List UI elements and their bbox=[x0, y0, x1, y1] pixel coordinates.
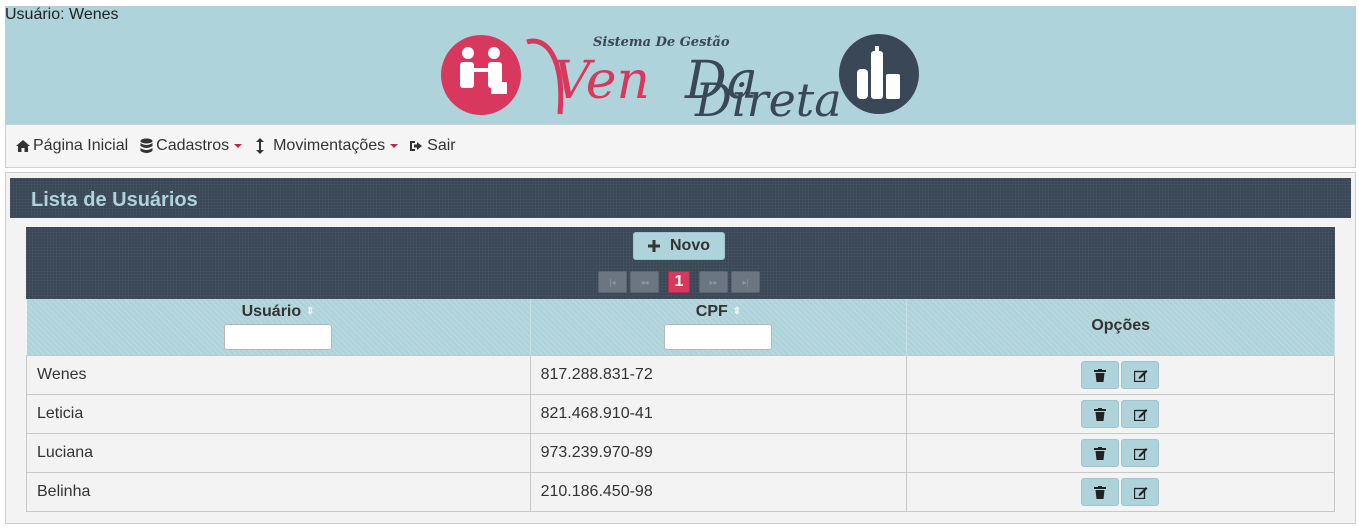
trash-icon bbox=[1094, 407, 1107, 421]
cpf-cell: 973.239.970-89 bbox=[529, 432, 908, 473]
column-header-cpf[interactable]: CPF ⇕ bbox=[530, 299, 908, 355]
table-row: Wenes 817.288.831-72 bbox=[26, 354, 1335, 395]
edit-icon bbox=[1134, 408, 1148, 421]
menu-item-label: Movimentações bbox=[273, 137, 386, 154]
edit-button[interactable] bbox=[1121, 360, 1160, 389]
chevron-down-icon bbox=[234, 144, 243, 148]
menu-item-label: Cadastros bbox=[156, 137, 230, 154]
options-cell bbox=[906, 393, 1335, 434]
users-panel: Lista de Usuários Novo |◂ ◂◂ 1 ▸▸ ▸| Usu… bbox=[5, 172, 1356, 524]
column-header-usuario[interactable]: Usuário ⇕ bbox=[26, 299, 531, 355]
menu-item-label: Sair bbox=[427, 137, 456, 154]
navigation-menu: Página Inicial Cadastros Movimentações S… bbox=[5, 124, 1356, 168]
options-cell bbox=[906, 471, 1335, 512]
column-header-label: CPF bbox=[695, 303, 728, 320]
edit-button[interactable] bbox=[1121, 399, 1160, 428]
column-header-opcoes: Opções bbox=[906, 299, 1335, 355]
usuario-cell: Leticia bbox=[26, 393, 531, 434]
table-row: Leticia 821.468.910-41 bbox=[26, 393, 1335, 434]
sort-icon: ⇕ bbox=[306, 306, 315, 318]
edit-icon bbox=[1134, 447, 1148, 460]
logout-icon bbox=[410, 141, 423, 151]
options-cell bbox=[906, 432, 1335, 473]
svg-text:Direta: Direta bbox=[694, 73, 842, 124]
trash-icon bbox=[1094, 446, 1107, 460]
cpf-filter-input[interactable] bbox=[664, 324, 773, 350]
database-icon bbox=[140, 138, 153, 153]
delete-button[interactable] bbox=[1081, 360, 1120, 389]
chevron-down-icon bbox=[390, 144, 399, 148]
svg-text:Sistema De Gestão: Sistema De Gestão bbox=[593, 35, 730, 50]
usuario-cell: Luciana bbox=[26, 432, 531, 473]
edit-icon bbox=[1134, 486, 1148, 499]
edit-button[interactable] bbox=[1121, 477, 1160, 506]
logo: Sistema De Gestão Ven Da Direta bbox=[441, 34, 919, 124]
usuario-cell: Wenes bbox=[26, 354, 531, 395]
handshake-icon bbox=[441, 35, 521, 115]
usuario-cell: Belinha bbox=[26, 471, 531, 512]
cpf-cell: 821.468.910-41 bbox=[529, 393, 908, 434]
table-row: Luciana 973.239.970-89 bbox=[26, 432, 1335, 473]
add-user-button[interactable]: Novo bbox=[633, 232, 725, 260]
last-page-button[interactable]: ▸| bbox=[731, 271, 760, 293]
delete-button[interactable] bbox=[1081, 399, 1120, 428]
logged-user-label: Usuário: Wenes bbox=[5, 6, 119, 23]
edit-button[interactable] bbox=[1121, 438, 1160, 467]
users-table: Usuário ⇕ CPF ⇕ Opções Wenes 817.288.831-7… bbox=[26, 299, 1335, 512]
usuario-filter-input[interactable] bbox=[224, 324, 333, 350]
sort-icon: ⇕ bbox=[732, 306, 742, 318]
menu-item-pagina-inicial[interactable]: Página Inicial bbox=[16, 137, 128, 155]
menu-item-cadastros[interactable]: Cadastros bbox=[140, 137, 243, 155]
table-row: Belinha 210.186.450-98 bbox=[26, 471, 1335, 512]
home-icon bbox=[16, 140, 30, 152]
add-user-label: Novo bbox=[670, 237, 710, 254]
cpf-cell: 210.186.450-98 bbox=[529, 471, 908, 512]
options-cell bbox=[906, 354, 1335, 395]
table-header-row: Usuário ⇕ CPF ⇕ Opções bbox=[26, 299, 1335, 355]
column-header-label: Usuário bbox=[241, 303, 302, 320]
trash-icon bbox=[1094, 485, 1107, 499]
delete-button[interactable] bbox=[1081, 438, 1120, 467]
paginator: |◂ ◂◂ 1 ▸▸ ▸| bbox=[598, 271, 760, 293]
page-number-button[interactable]: 1 bbox=[668, 271, 690, 293]
menu-item-sair[interactable]: Sair bbox=[410, 137, 456, 155]
menu-item-movimentacoes[interactable]: Movimentações bbox=[254, 137, 399, 155]
cpf-cell: 817.288.831-72 bbox=[529, 354, 908, 395]
next-page-button[interactable]: ▸▸ bbox=[699, 271, 728, 293]
plus-icon bbox=[648, 240, 660, 252]
svg-text:Ven: Ven bbox=[553, 51, 650, 111]
trash-icon bbox=[1094, 368, 1107, 382]
edit-icon bbox=[1134, 369, 1148, 382]
vertical-arrows-icon bbox=[256, 138, 265, 154]
page-title: Lista de Usuários bbox=[10, 178, 1351, 218]
delete-button[interactable] bbox=[1081, 477, 1120, 506]
table-toolbar: Novo |◂ ◂◂ 1 ▸▸ ▸| bbox=[26, 227, 1335, 299]
menu-item-label: Página Inicial bbox=[33, 137, 129, 154]
prev-page-button[interactable]: ◂◂ bbox=[630, 271, 659, 293]
header-banner: Sistema De Gestão Ven Da Direta Usuário:… bbox=[5, 6, 1356, 124]
first-page-button[interactable]: |◂ bbox=[598, 271, 627, 293]
